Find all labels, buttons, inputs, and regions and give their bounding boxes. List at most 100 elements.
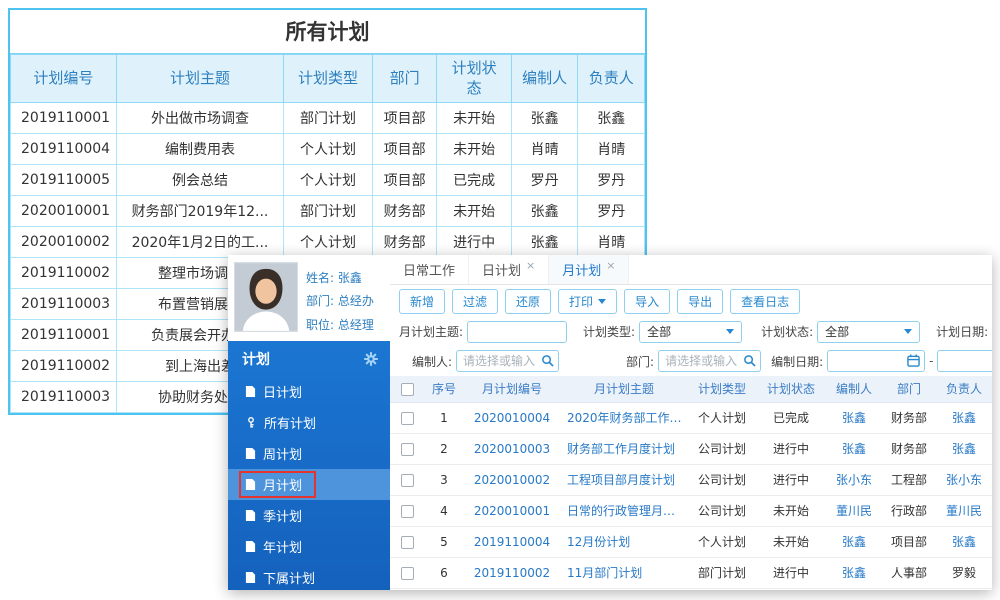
tab-daily-plan[interactable]: 日计划 × — [469, 255, 550, 284]
sidebar-item-label: 日计划 — [263, 386, 303, 401]
export-button[interactable]: 导出 — [677, 288, 724, 314]
add-button[interactable]: 新增 — [399, 288, 446, 314]
cell-plan-status: 进行中 — [436, 226, 512, 258]
dept-filter-label: 部门: — [626, 354, 655, 369]
cell-plan-type: 个人计划 — [283, 133, 373, 165]
cell-creator-link[interactable]: 张鑫 — [826, 433, 882, 465]
cell-plan-id-link[interactable]: 2019110002 — [464, 557, 560, 589]
cell-owner-link[interactable]: 张鑫 — [936, 526, 992, 558]
cell-no: 2 — [424, 433, 464, 465]
create-date-end-input[interactable] — [937, 350, 992, 372]
cell-owner-link[interactable]: 张鑫 — [936, 402, 992, 434]
type-select[interactable]: 全部 — [639, 320, 743, 343]
search-icon[interactable] — [743, 354, 756, 367]
view-log-button[interactable]: 查看日志 — [730, 288, 801, 314]
cell-plan-id: 2019110003 — [10, 288, 117, 320]
cell-plan-id-link[interactable]: 2019110004 — [464, 526, 560, 558]
select-all-checkbox[interactable] — [400, 382, 414, 396]
status-select[interactable]: 全部 — [817, 320, 921, 343]
table-row: 5 2019110004 12月份计划 个人计划 未开始 张鑫 项目部 张鑫 — [390, 526, 992, 558]
cell-plan-status: 已完成 — [756, 402, 826, 434]
row-checkbox[interactable] — [400, 442, 414, 456]
cell-plan-id: 2019110002 — [10, 350, 117, 382]
sidebar-item-weekly-plan[interactable]: 周计划 — [228, 438, 390, 469]
user-profile: 姓名: 张鑫 部门: 总经办 职位: 总经理 — [228, 255, 390, 341]
tab-close-icon[interactable]: × — [526, 259, 535, 272]
sidebar-item-daily-plan[interactable]: 日计划 — [228, 376, 390, 407]
cell-subject-link[interactable]: 12月份计划 — [560, 526, 688, 558]
cell-creator-link[interactable]: 张鑫 — [826, 402, 882, 434]
cell-no: 5 — [424, 526, 464, 558]
cell-plan-status: 进行中 — [756, 557, 826, 589]
sidebar-title: 计划 — [242, 352, 270, 368]
gear-icon[interactable] — [364, 352, 378, 366]
table-row: 2019110005 例会总结 个人计划 项目部 已完成 罗丹 罗丹 — [10, 164, 645, 196]
cell-creator: 肖晴 — [510, 133, 579, 165]
row-checkbox[interactable] — [400, 535, 414, 549]
cell-creator-link[interactable]: 张小东 — [826, 464, 882, 496]
cell-plan-status: 未开始 — [436, 102, 512, 134]
cell-subject-link[interactable]: 财务部工作月度计划 — [560, 433, 688, 465]
document-icon — [245, 572, 256, 583]
cell-plan-id-link[interactable]: 2020010004 — [464, 402, 560, 434]
cell-plan-id-link[interactable]: 2020010001 — [464, 495, 560, 527]
cell-dept: 项目部 — [371, 102, 438, 134]
cell-creator-link[interactable]: 董川民 — [826, 495, 882, 527]
sidebar-item-monthly-plan[interactable]: 月计划 — [228, 469, 390, 500]
col-plan-type: 计划类型 — [688, 376, 756, 403]
cell-owner-link[interactable]: 董川民 — [936, 495, 992, 527]
cell-subject-link[interactable]: 工程项目部月度计划 — [560, 464, 688, 496]
cell-creator: 张鑫 — [510, 195, 579, 227]
cell-owner: 肖晴 — [577, 133, 645, 165]
cell-plan-id-link[interactable]: 2020010002 — [464, 464, 560, 496]
cell-plan-type: 个人计划 — [688, 526, 756, 558]
cell-plan-type: 个人计划 — [688, 402, 756, 434]
cell-plan-status: 进行中 — [756, 433, 826, 465]
sidebar-item-subordinate-plan[interactable]: 下属计划 — [228, 562, 390, 590]
table-row: 1 2020010004 2020年财务部工作月... 个人计划 已完成 张鑫 … — [390, 402, 992, 434]
cell-owner: 肖晴 — [577, 226, 645, 258]
plan-grid: 序号 月计划编号 月计划主题 计划类型 计划状态 编制人 部门 负责人 1 20… — [390, 376, 992, 590]
cell-creator-link[interactable]: 张鑫 — [826, 526, 882, 558]
filter-button[interactable]: 过滤 — [452, 288, 499, 314]
tab-close-icon[interactable]: × — [606, 259, 615, 272]
tab-daily-work[interactable]: 日常工作 — [390, 255, 470, 284]
cell-dept: 财务部 — [371, 195, 438, 227]
sidebar-item-quarterly-plan[interactable]: 季计划 — [228, 500, 390, 531]
row-checkbox[interactable] — [400, 411, 414, 425]
reset-button[interactable]: 还原 — [505, 288, 552, 314]
selected-item-highlight: 月计划 — [239, 471, 317, 498]
cell-plan-status: 未开始 — [436, 133, 512, 165]
cell-owner-link[interactable]: 张小东 — [936, 464, 992, 496]
search-icon[interactable] — [541, 354, 554, 367]
row-checkbox[interactable] — [400, 504, 414, 518]
sidebar-item-label: 月计划 — [263, 479, 303, 494]
tab-monthly-plan[interactable]: 月计划 × — [549, 255, 630, 284]
sidebar-item-all-plans[interactable]: 所有计划 — [228, 407, 390, 438]
document-icon — [245, 479, 256, 490]
calendar-icon[interactable] — [907, 354, 920, 367]
sidebar-item-yearly-plan[interactable]: 年计划 — [228, 531, 390, 562]
subject-filter-input[interactable] — [467, 320, 568, 343]
cell-subject-link[interactable]: 2020年财务部工作月... — [560, 402, 688, 434]
col-monthly-plan-id: 月计划编号 — [464, 376, 560, 403]
row-checkbox[interactable] — [400, 473, 414, 487]
type-select-value: 全部 — [647, 325, 672, 339]
cell-creator: 张鑫 — [510, 102, 579, 134]
type-filter-label: 计划类型: — [583, 325, 636, 339]
cell-plan-type: 部门计划 — [283, 102, 373, 134]
cell-subject-link[interactable]: 日常的行政管理月计划 — [560, 495, 688, 527]
cell-creator-link[interactable]: 张鑫 — [826, 557, 882, 589]
dropdown-caret-icon — [598, 298, 607, 304]
col-plan-status: 计划状态 — [436, 54, 512, 103]
col-dept: 部门 — [371, 54, 438, 103]
import-button[interactable]: 导入 — [624, 288, 671, 314]
row-checkbox[interactable] — [400, 566, 414, 580]
cell-plan-id-link[interactable]: 2020010003 — [464, 433, 560, 465]
cell-subject-link[interactable]: 11月部门计划 — [560, 557, 688, 589]
print-button[interactable]: 打印 — [558, 288, 618, 314]
cell-owner-link[interactable]: 张鑫 — [936, 433, 992, 465]
cell-plan-id: 2019110004 — [10, 133, 117, 165]
col-plan-id: 计划编号 — [10, 54, 117, 103]
document-icon — [245, 510, 256, 521]
